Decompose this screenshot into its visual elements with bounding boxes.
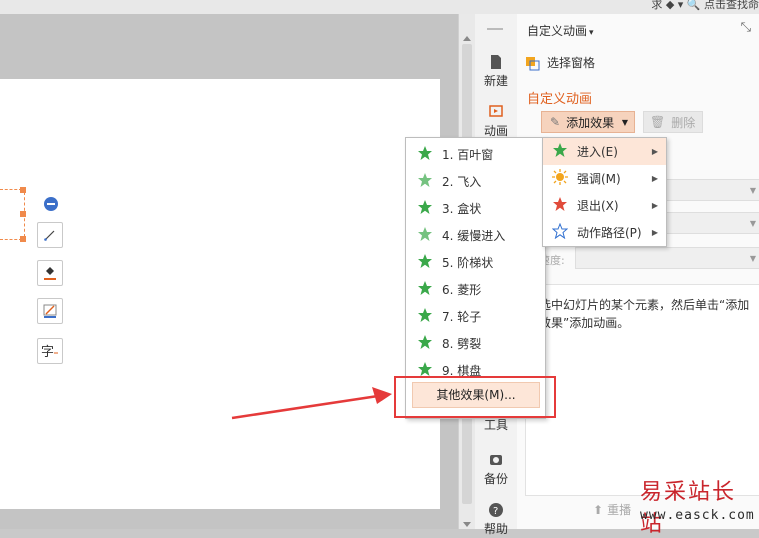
- sidebar-item-new[interactable]: 新建: [475, 54, 517, 89]
- resize-handle[interactable]: [20, 236, 26, 242]
- category-item-label: 强调(M): [577, 172, 621, 186]
- chevron-down-icon: ▼: [749, 186, 756, 195]
- effect-item-label: 8. 劈裂: [442, 337, 482, 351]
- selection-border-top: [0, 189, 22, 190]
- new-file-icon: [491, 55, 501, 69]
- replay-icon: ⬆: [593, 502, 604, 517]
- category-item[interactable]: 动作路径(P) ▶: [543, 219, 666, 246]
- category-item[interactable]: 进入(E) ▶: [543, 138, 666, 165]
- scroll-down-icon[interactable]: [463, 522, 471, 527]
- watermark-url: www.easck.com: [640, 508, 755, 523]
- emphasis-sun-icon: [552, 169, 568, 188]
- pin-icon[interactable]: ⤡: [741, 20, 751, 35]
- slide[interactable]: 字: [0, 79, 440, 509]
- effect-item[interactable]: 8. 劈裂: [406, 330, 545, 357]
- category-item-label: 进入(E): [577, 145, 618, 159]
- edit-shape-button[interactable]: [37, 222, 63, 248]
- sidebar-item-animation[interactable]: 动画: [475, 104, 517, 139]
- effect-category-menu: 进入(E) ▶ 强调(M) ▶ 退出(X) ▶ 动作路径(P) ▶: [542, 137, 667, 247]
- green-star-icon: [416, 307, 434, 326]
- category-item-label: 退出(X): [577, 199, 619, 213]
- submenu-arrow-icon: ▶: [651, 174, 658, 183]
- top-toolbar: 求 ◆ ▾ 🔍 点击查找命: [0, 0, 759, 15]
- submenu-arrow-icon: ▶: [651, 228, 658, 237]
- green-star-icon: [416, 280, 434, 299]
- watermark-title: 易采站长站: [640, 480, 737, 537]
- effect-item[interactable]: 7. 轮子: [406, 303, 545, 330]
- line-color-icon: [43, 304, 57, 318]
- green-star-icon: [416, 226, 434, 245]
- chevron-down-icon: ▼: [749, 254, 756, 263]
- backup-icon: [490, 455, 502, 465]
- drag-grip[interactable]: [487, 28, 503, 30]
- sidebar-item-help[interactable]: ? 帮助: [475, 502, 517, 537]
- help-icon: ?: [489, 503, 503, 517]
- resize-handle[interactable]: [20, 211, 26, 217]
- replay-button[interactable]: ⬆ 重播: [593, 501, 631, 518]
- hint-text: 选中幻灯片的某个元素，然后单击“添加效果”添加动画。: [539, 298, 750, 330]
- pen-icon: [44, 230, 55, 241]
- scroll-up-icon[interactable]: [463, 36, 471, 41]
- green-star-icon: [416, 334, 434, 353]
- effect-item[interactable]: 4. 缓慢进入: [406, 222, 545, 249]
- pencil-icon: ✎: [550, 115, 561, 129]
- svg-text:字: 字: [41, 345, 54, 359]
- effect-item-label: 6. 菱形: [442, 283, 482, 297]
- top-search-field[interactable]: 求 ◆ ▾ 🔍 点击查找命: [651, 0, 759, 12]
- effect-item[interactable]: 5. 阶梯状: [406, 249, 545, 276]
- outline-button[interactable]: [37, 298, 63, 324]
- select-pane-icon: [526, 56, 540, 70]
- resize-handle[interactable]: [20, 187, 26, 193]
- animation-icon: [489, 105, 503, 117]
- chevron-down-icon: ▼: [621, 117, 628, 127]
- sidebar-item-backup[interactable]: 备份: [475, 452, 517, 487]
- trash-icon: 🗑: [650, 115, 666, 129]
- selection-border-bottom: [0, 239, 22, 240]
- motion-path-star-icon: [551, 222, 569, 242]
- add-effect-button[interactable]: ✎ 添加效果 ▼: [541, 111, 635, 133]
- text-style-button[interactable]: 字: [37, 338, 63, 364]
- enter-star-icon: [552, 142, 568, 161]
- submenu-arrow-icon: ▶: [651, 147, 658, 156]
- fill-button[interactable]: [37, 260, 63, 286]
- effect-item-label: 3. 盒状: [442, 202, 482, 216]
- green-star-icon: [416, 253, 434, 272]
- effect-item-label: 2. 飞入: [442, 175, 482, 189]
- panel-title[interactable]: 自定义动画 ▾: [527, 22, 594, 39]
- paint-bucket-icon: [44, 267, 56, 280]
- chevron-down-icon: ▼: [749, 219, 756, 228]
- chevron-down-icon: ▾: [589, 28, 594, 38]
- effect-item[interactable]: 2. 飞入: [406, 168, 545, 195]
- effect-item[interactable]: 1. 百叶窗: [406, 141, 545, 168]
- effect-item[interactable]: 6. 菱形: [406, 276, 545, 303]
- collapse-icon[interactable]: [44, 197, 58, 211]
- delete-button[interactable]: 🗑 删除: [643, 111, 703, 133]
- effect-item-label: 4. 缓慢进入: [442, 229, 506, 243]
- effect-item[interactable]: 3. 盒状: [406, 195, 545, 222]
- speed-select[interactable]: ▼: [575, 247, 759, 269]
- submenu-arrow-icon: ▶: [651, 201, 658, 210]
- annotation-highlight-box: [394, 376, 556, 418]
- category-item-label: 动作路径(P): [577, 226, 642, 240]
- custom-animation-panel: 自定义动画 ▾ ⤡ 选择窗格 自定义动画 ✎ 添加效果 ▼ 🗑 删除 ▼ ▼ 速度…: [517, 14, 759, 529]
- effect-item-label: 7. 轮子: [442, 310, 482, 324]
- effect-item-label: 5. 阶梯状: [442, 256, 494, 270]
- exit-star-icon: [552, 196, 568, 215]
- svg-text:?: ?: [493, 506, 498, 517]
- section-heading: 自定义动画: [527, 92, 593, 107]
- category-item[interactable]: 强调(M) ▶: [543, 165, 666, 192]
- select-pane-button[interactable]: 选择窗格: [525, 54, 595, 71]
- text-icon: 字: [41, 345, 58, 359]
- category-item[interactable]: 退出(X) ▶: [543, 192, 666, 219]
- green-star-icon: [416, 199, 434, 218]
- green-star-icon: [416, 145, 434, 164]
- effect-item-label: 1. 百叶窗: [442, 148, 494, 162]
- green-star-icon: [416, 172, 434, 191]
